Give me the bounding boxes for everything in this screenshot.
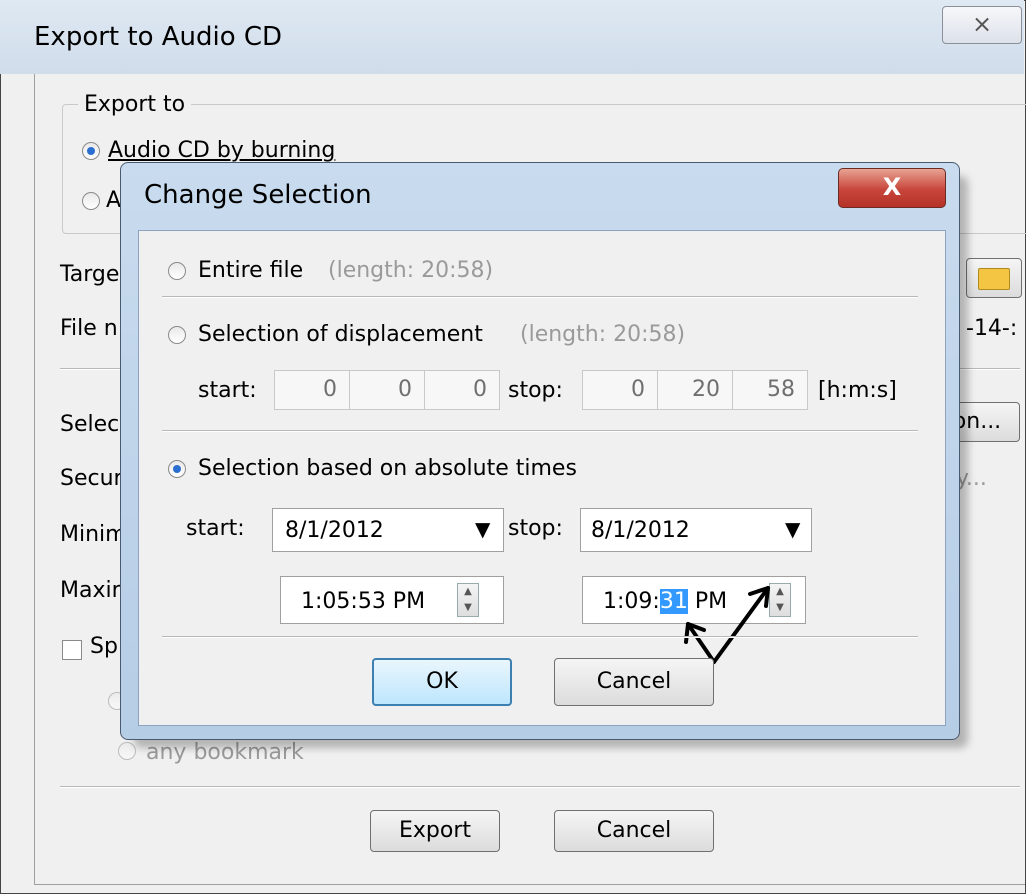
export-button[interactable]: Export <box>370 810 500 852</box>
minimum-label: Minim <box>60 522 127 547</box>
inner-separator-2 <box>162 430 918 432</box>
abs-start-label: start: <box>186 516 245 541</box>
stop-date-dropdown-icon[interactable]: ▼ <box>785 517 800 541</box>
file-name-value: -14-: <box>966 316 1018 341</box>
absolute-times-radio[interactable] <box>168 460 186 478</box>
start-date-dropdown-icon[interactable]: ▼ <box>475 517 490 541</box>
split-label: Sp <box>90 634 118 659</box>
inner-close-button[interactable]: X <box>838 168 946 208</box>
inner-separator-3 <box>162 636 918 638</box>
start-time-field[interactable]: 1:05:53 PM ▲ ▼ <box>280 576 504 624</box>
displacement-label: Selection of displacement <box>198 322 483 347</box>
entire-file-length: (length: 20:58) <box>328 258 494 283</box>
ok-button[interactable]: OK <box>372 658 512 706</box>
arrow-right-line <box>712 586 770 664</box>
disp-start-label: start: <box>198 378 257 403</box>
audio-cd-burning-radio[interactable] <box>82 142 100 160</box>
disp-stop-seconds[interactable]: 58 <box>732 370 808 410</box>
outer-dialog-title: Export to Audio CD <box>34 22 283 52</box>
inner-separator-1 <box>162 296 918 298</box>
inner-cancel-button[interactable]: Cancel <box>554 658 714 706</box>
start-time-value: 1:05:53 PM <box>301 589 426 614</box>
start-date-value: 8/1/2012 <box>285 518 384 543</box>
displacement-radio[interactable] <box>168 326 186 344</box>
disp-stop-hours[interactable]: 0 <box>582 370 658 410</box>
target-label: Targe <box>60 262 120 287</box>
abs-stop-label: stop: <box>508 516 563 541</box>
disp-start-seconds[interactable]: 0 <box>424 370 500 410</box>
start-date-picker[interactable]: 8/1/2012 ▼ <box>272 508 504 552</box>
outer-separator-2 <box>60 786 1020 788</box>
start-time-spinner[interactable]: ▲ ▼ <box>457 583 479 617</box>
any-bookmark-radio[interactable] <box>118 742 136 760</box>
folder-icon <box>978 268 1010 290</box>
disp-start-hours[interactable]: 0 <box>274 370 350 410</box>
security-label: Secur <box>60 466 123 491</box>
entire-file-radio[interactable] <box>168 262 186 280</box>
disp-start-minutes[interactable]: 0 <box>349 370 425 410</box>
split-checkbox[interactable] <box>62 640 82 660</box>
entire-file-label: Entire file <box>198 258 304 283</box>
selection-label: Selec <box>60 412 120 437</box>
stop-date-value: 8/1/2012 <box>591 518 690 543</box>
outer-cancel-button[interactable]: Cancel <box>554 810 714 852</box>
hms-units-label: [h:m:s] <box>818 378 897 403</box>
displacement-length: (length: 20:58) <box>520 322 686 347</box>
export-alt-radio[interactable] <box>82 192 100 210</box>
browse-folder-button[interactable] <box>966 258 1022 298</box>
disp-stop-label: stop: <box>508 378 563 403</box>
export-to-label: Export to <box>78 92 192 117</box>
absolute-times-label: Selection based on absolute times <box>198 456 577 481</box>
outer-close-button[interactable]: ⨯ <box>942 6 1022 44</box>
file-name-label: File n <box>60 316 118 341</box>
stop-date-picker[interactable]: 8/1/2012 ▼ <box>580 508 812 552</box>
export-alt-label: A <box>106 188 122 213</box>
maximum-label: Maxin <box>60 578 126 603</box>
inner-dialog-title: Change Selection <box>144 180 372 210</box>
disp-stop-minutes[interactable]: 20 <box>657 370 733 410</box>
audio-cd-burning-label: Audio CD by burning <box>108 138 336 163</box>
